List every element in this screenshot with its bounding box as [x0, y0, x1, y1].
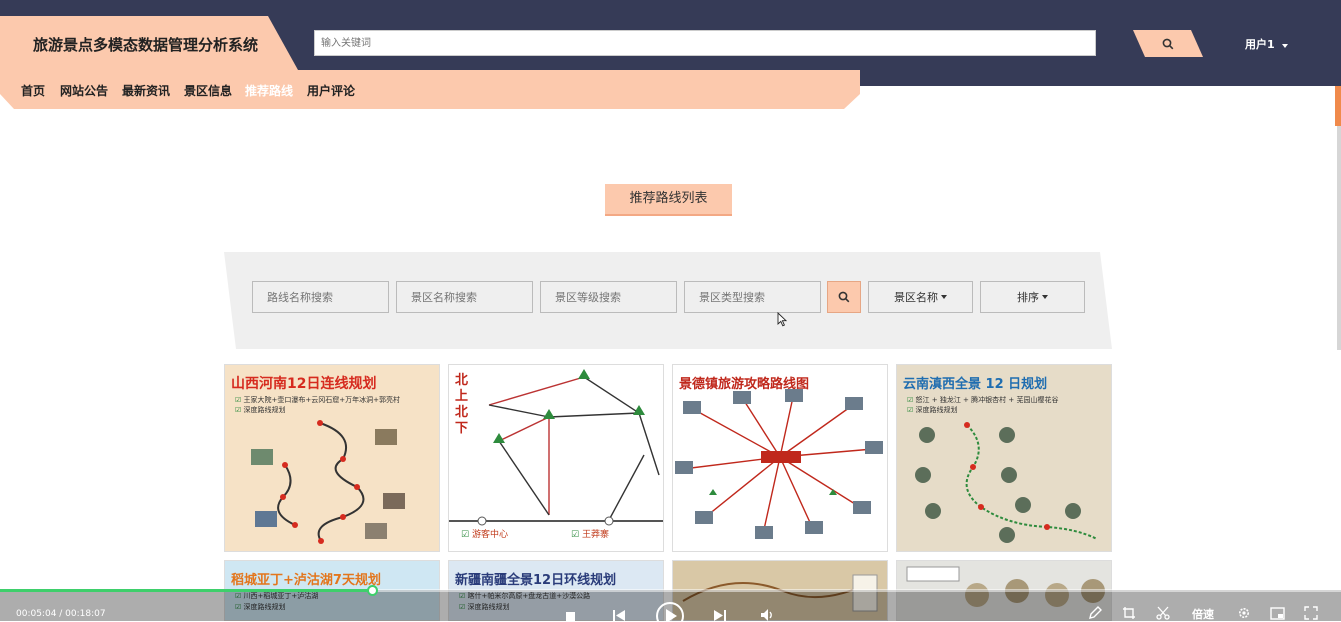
sort-dropdown-label: 排序	[1017, 291, 1039, 304]
route-card-subtitle: 游客中心	[461, 527, 508, 540]
scissors-icon[interactable]	[1156, 606, 1170, 620]
crop-icon[interactable]	[1122, 606, 1136, 620]
stop-icon[interactable]	[565, 610, 577, 621]
search-icon	[1162, 38, 1174, 49]
video-progress-fill	[0, 589, 373, 592]
nav-home[interactable]: 首页	[21, 82, 45, 99]
route-card-subtitle: 深度路线规划	[907, 405, 958, 415]
route-card[interactable]: 山西河南12日连线规划 王家大院+壶口瀑布+云冈石窟+万年冰洞+郭亮村 深度路线…	[224, 364, 440, 552]
pen-icon[interactable]	[1088, 606, 1102, 620]
play-icon[interactable]	[655, 601, 685, 621]
route-name-search-input[interactable]	[252, 281, 389, 313]
chevron-down-icon	[1042, 295, 1048, 299]
route-map-illustration	[675, 389, 883, 539]
route-card-title: 云南滇西全景 12 日规划	[903, 377, 1048, 392]
route-card-subtitle: 王家大院+壶口瀑布+云冈石窟+万年冰洞+郭亮村	[235, 395, 400, 405]
scenic-name-search-input[interactable]	[396, 281, 533, 313]
route-card-title: 山西河南12日连线规划	[231, 376, 377, 392]
sort-dropdown[interactable]: 排序	[980, 281, 1085, 313]
nav-scenic-info[interactable]: 景区信息	[184, 82, 232, 99]
route-card[interactable]: 云南滇西全景 12 日规划 怒江 + 独龙江 + 腾冲银杏村 + 芜园山樱花谷 …	[896, 364, 1112, 552]
mouse-cursor-icon	[777, 312, 787, 327]
nav-user-comments[interactable]: 用户评论	[307, 82, 355, 99]
video-progress-handle[interactable]	[366, 585, 378, 596]
playback-speed-button[interactable]: 倍速	[1192, 606, 1214, 622]
nav-recommended-routes[interactable]: 推荐路线	[245, 82, 293, 99]
app-title: 旅游景点多模态数据管理分析系统	[33, 36, 259, 54]
previous-icon[interactable]	[612, 608, 626, 621]
gear-icon[interactable]	[1237, 606, 1251, 620]
nav-announcements[interactable]: 网站公告	[60, 82, 108, 99]
route-card-title: 新疆南疆全景12日环线规划	[455, 573, 617, 588]
header-search-button[interactable]	[1133, 30, 1203, 57]
brand-banner: 旅游景点多模态数据管理分析系统	[0, 16, 298, 70]
fullscreen-icon[interactable]	[1304, 606, 1318, 620]
next-icon[interactable]	[713, 608, 727, 621]
section-title: 推荐路线列表	[605, 184, 732, 216]
video-time: 00:05:04 / 00:18:07	[16, 609, 106, 619]
page-scroll-thumb[interactable]	[1335, 86, 1341, 126]
scenic-name-dropdown[interactable]: 景区名称	[868, 281, 973, 313]
scenic-level-search-input[interactable]	[540, 281, 677, 313]
route-map-illustration	[251, 420, 405, 544]
search-icon	[838, 291, 850, 303]
volume-icon[interactable]	[760, 608, 774, 621]
route-card-title: 稻城亚丁+泸沽湖7天规划	[231, 573, 381, 588]
filter-search-button[interactable]	[827, 281, 861, 313]
keyword-search-input[interactable]	[314, 30, 1096, 56]
route-card[interactable]: 北上北下 游客中心 王莽寨	[448, 364, 664, 552]
route-map-illustration	[449, 369, 663, 526]
user-menu[interactable]: 用户1	[1245, 36, 1288, 52]
scenic-type-search-input[interactable]	[684, 281, 821, 313]
picture-in-picture-icon[interactable]	[1270, 606, 1285, 620]
route-map-illustration	[915, 422, 1098, 543]
user-name: 用户1	[1245, 38, 1275, 51]
route-card-subtitle: 怒江 + 独龙江 + 腾冲银杏村 + 芜园山樱花谷	[907, 395, 1059, 405]
route-card[interactable]: 景德镇旅游攻略路线图	[672, 364, 888, 552]
chevron-down-icon	[1281, 44, 1288, 48]
route-card-subtitle: 王莽寨	[571, 527, 609, 540]
scenic-name-dropdown-label: 景区名称	[894, 291, 938, 304]
main-nav: 首页 网站公告 最新资讯 景区信息 推荐路线 用户评论	[0, 70, 860, 109]
chevron-down-icon	[941, 295, 947, 299]
nav-news[interactable]: 最新资讯	[122, 82, 170, 99]
